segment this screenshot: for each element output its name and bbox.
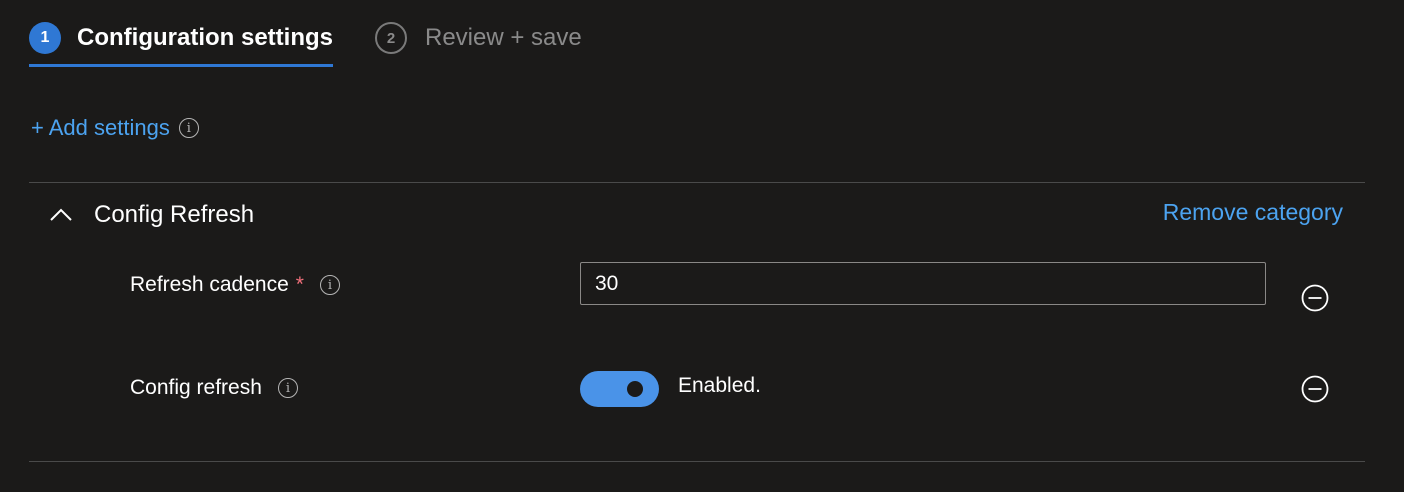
step-configuration-settings[interactable]: 1 Configuration settings [29, 20, 333, 56]
setting-label-text: Refresh cadence [130, 273, 289, 296]
remove-circle-icon[interactable] [1301, 375, 1329, 403]
add-settings-label: + Add settings [31, 115, 170, 140]
toggle-status-text: Enabled. [678, 374, 761, 397]
required-marker: * [295, 273, 304, 296]
step-label: Configuration settings [77, 24, 333, 51]
chevron-up-icon [48, 202, 74, 228]
info-icon[interactable]: i [277, 378, 298, 398]
section-divider [29, 182, 1365, 183]
remove-circle-icon[interactable] [1301, 284, 1329, 312]
refresh-cadence-label: Refresh cadence * i [130, 270, 340, 300]
step-label: Review + save [425, 24, 582, 51]
step-number-badge: 2 [375, 22, 407, 54]
config-refresh-label: Config refresh i [130, 373, 298, 403]
toggle-knob [627, 381, 643, 397]
step-review-save[interactable]: 2 Review + save [375, 20, 582, 56]
setting-label-text: Config refresh [130, 376, 262, 399]
refresh-cadence-input[interactable] [580, 262, 1266, 305]
remove-category-link[interactable]: Remove category [1163, 199, 1343, 226]
configuration-wizard: 1 Configuration settings 2 Review + save… [0, 0, 1404, 492]
category-title: Config Refresh [94, 201, 255, 228]
step-number-badge: 1 [29, 22, 61, 54]
config-refresh-toggle[interactable] [580, 371, 659, 407]
section-divider [29, 461, 1365, 462]
info-icon[interactable]: i [319, 275, 340, 295]
category-collapse-toggle[interactable]: Config Refresh [48, 198, 254, 232]
info-icon[interactable]: i [178, 118, 199, 138]
add-settings-button[interactable]: + Add settings i [31, 113, 199, 143]
active-step-indicator [29, 64, 333, 67]
